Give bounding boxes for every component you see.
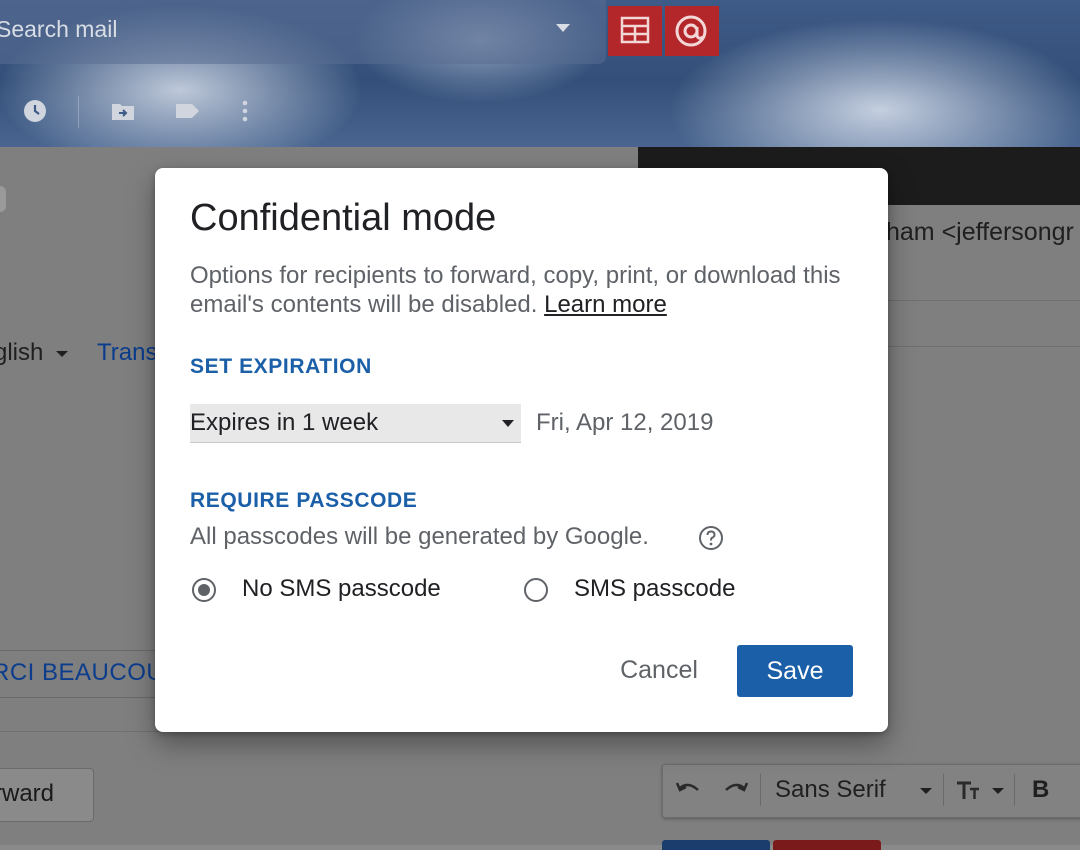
- toolbar-divider: [78, 96, 79, 128]
- passcode-hint: All passcodes will be generated by Googl…: [190, 523, 649, 550]
- message-chip: [0, 186, 6, 212]
- move-to-icon[interactable]: [110, 98, 136, 124]
- forward-button-label: rward: [0, 780, 55, 807]
- language-selector[interactable]: glish: [0, 339, 43, 367]
- toolbar-divider: [943, 774, 944, 806]
- font-caret-icon[interactable]: [920, 788, 932, 794]
- font-family-selector[interactable]: Sans Serif: [775, 776, 886, 804]
- bold-button[interactable]: B: [1032, 776, 1049, 804]
- search-options-caret-icon[interactable]: [556, 24, 570, 32]
- redo-icon[interactable]: [722, 778, 750, 802]
- compose-recipient[interactable]: ham <jeffersongr: [886, 218, 1074, 247]
- at-sign-icon: [675, 15, 707, 47]
- search-bar[interactable]: Search mail: [0, 0, 606, 64]
- addon-mention-button[interactable]: [665, 6, 719, 56]
- confidential-mode-dialog: Confidential mode Options for recipients…: [155, 168, 888, 732]
- language-caret-icon[interactable]: [56, 351, 68, 357]
- toolbar-divider: [760, 774, 761, 806]
- expiration-select-value: Expires in 1 week: [190, 409, 379, 436]
- undo-icon[interactable]: [674, 778, 702, 802]
- dialog-description: Options for recipients to forward, copy,…: [190, 261, 870, 319]
- compose-addon-button[interactable]: [773, 840, 881, 850]
- compose-divider: [886, 346, 1080, 347]
- snooze-clock-icon[interactable]: [22, 98, 48, 124]
- help-icon[interactable]: [698, 525, 724, 551]
- expiration-select[interactable]: Expires in 1 week: [190, 404, 521, 443]
- no-sms-passcode-radio[interactable]: [192, 578, 216, 602]
- cancel-button[interactable]: Cancel: [605, 646, 713, 694]
- text-size-icon[interactable]: [955, 777, 985, 803]
- description-text: Options for recipients to forward, copy,…: [190, 262, 841, 318]
- save-button[interactable]: Save: [737, 645, 853, 697]
- require-passcode-heading: REQUIRE PASSCODE: [190, 489, 418, 512]
- compose-divider: [886, 300, 1080, 301]
- search-input[interactable]: Search mail: [0, 16, 117, 43]
- recipient-name: RCI BEAUCOU: [0, 659, 165, 686]
- learn-more-link[interactable]: Learn more: [544, 291, 667, 318]
- translate-link[interactable]: Trans: [97, 339, 157, 367]
- expiration-date: Fri, Apr 12, 2019: [536, 409, 714, 436]
- toolbar-divider: [1014, 774, 1015, 806]
- sms-passcode-label[interactable]: SMS passcode: [574, 575, 735, 603]
- select-caret-icon: [502, 420, 514, 427]
- label-icon[interactable]: [174, 98, 200, 124]
- send-button[interactable]: [662, 840, 770, 850]
- set-expiration-heading: SET EXPIRATION: [190, 355, 372, 378]
- table-icon: [620, 16, 650, 44]
- addon-table-button[interactable]: [608, 6, 662, 56]
- sms-passcode-radio[interactable]: [524, 578, 548, 602]
- text-size-caret-icon[interactable]: [992, 788, 1004, 794]
- dialog-title: Confidential mode: [190, 197, 497, 239]
- no-sms-passcode-label[interactable]: No SMS passcode: [242, 575, 441, 603]
- more-options-icon[interactable]: [232, 98, 258, 124]
